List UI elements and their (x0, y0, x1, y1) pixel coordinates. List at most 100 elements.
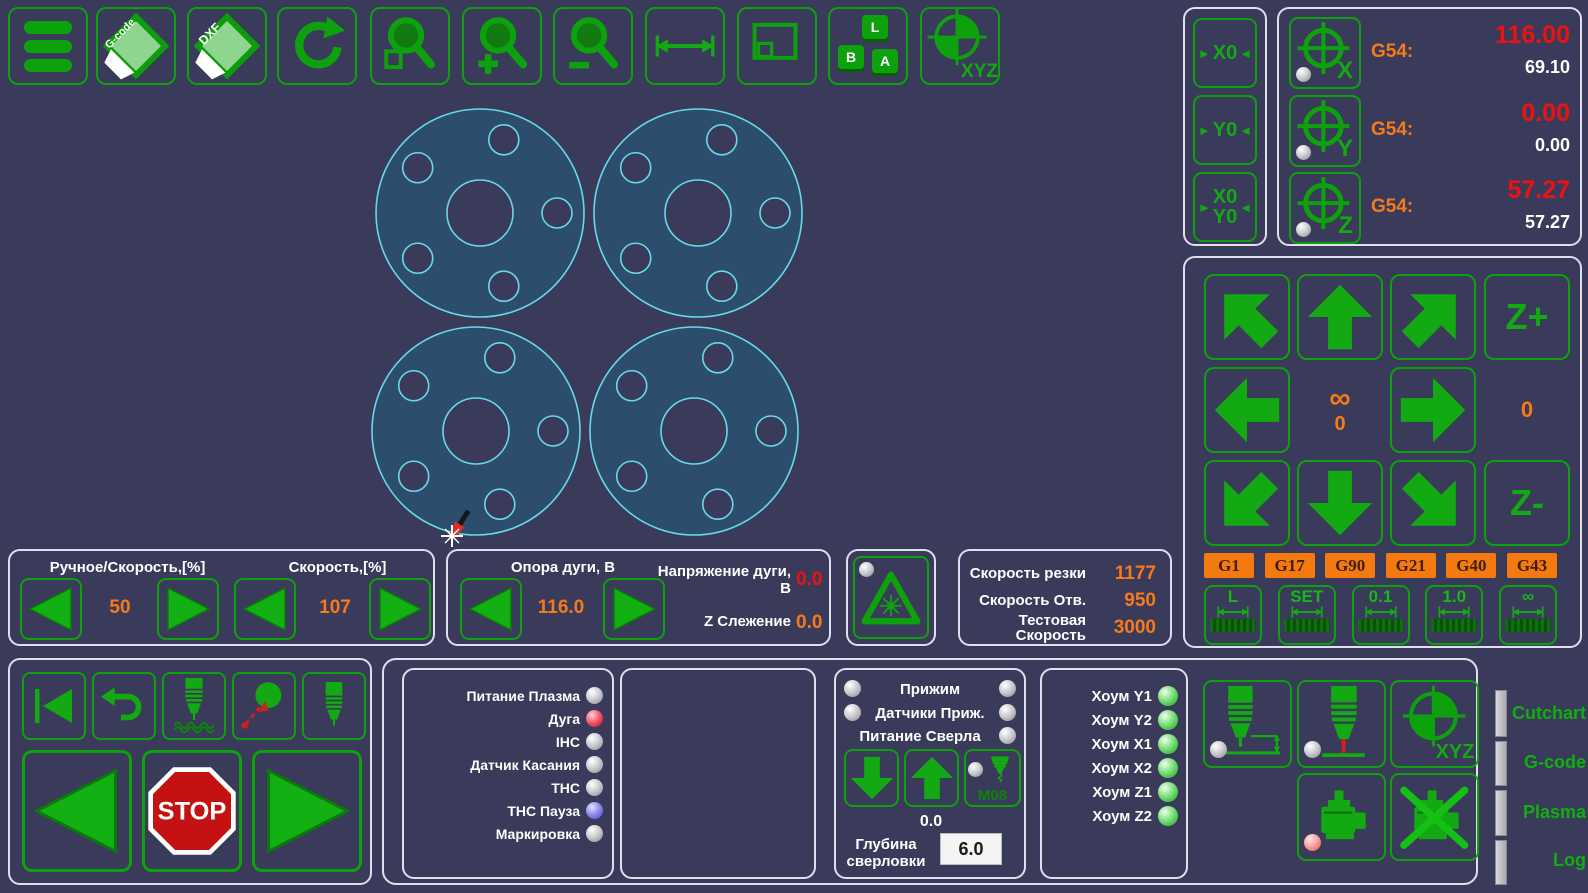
zoom-in-icon (469, 13, 535, 79)
step-0-1-button[interactable]: 0.1 (1352, 585, 1410, 645)
step-set-button[interactable]: SET (1278, 585, 1336, 645)
motor-enable-button[interactable] (1297, 773, 1386, 861)
axis-row-x: X G54: 116.00 69.10 (1279, 17, 1580, 93)
axis-x-button[interactable]: X (1289, 17, 1361, 89)
speed-label: Скорость,[%] (250, 559, 425, 576)
m08-led (968, 762, 983, 777)
axis-letter: X (1337, 57, 1353, 85)
gcode-mode-badge: G43 (1507, 553, 1557, 578)
home-row: Хоум Z1 (1042, 780, 1186, 804)
gcode-mode-badge: G40 (1446, 553, 1496, 578)
motor-disable-button[interactable] (1390, 773, 1479, 861)
torch-to-material-button[interactable] (162, 672, 226, 740)
jog-left-button[interactable] (1204, 367, 1290, 453)
goto-start-button[interactable] (22, 672, 86, 740)
jog-up-button[interactable] (1297, 274, 1383, 360)
zoom-window-button[interactable] (370, 7, 450, 85)
axis-z-button[interactable]: Z (1289, 172, 1361, 244)
drill-up-button[interactable] (904, 749, 959, 807)
refresh-button[interactable] (277, 7, 357, 85)
zoom-in-button[interactable] (462, 7, 542, 85)
machine-coordinate: 0.00 (1535, 135, 1570, 156)
x0-label: X0 (1213, 187, 1237, 207)
jog-z-plus-button[interactable]: Z+ (1484, 274, 1570, 360)
run-from-point-button[interactable] (232, 672, 296, 740)
set-xy0-button[interactable]: ► X0 Y0 ◄ (1193, 172, 1257, 242)
status-led (586, 687, 603, 704)
machine-coordinate: 69.10 (1525, 57, 1570, 78)
speed-down-button[interactable] (234, 578, 296, 640)
run-forward-button[interactable] (252, 750, 362, 872)
arrow-left-icon: ◄ (1239, 200, 1252, 215)
zero-panel: ► X0 ◄ ► Y0 ◄ ► X0 Y0 ◄ (1183, 7, 1267, 246)
home-led (1158, 734, 1178, 754)
status-label: Питание Плазма (466, 688, 580, 704)
step-label: 0.1 (1369, 588, 1393, 605)
step-l-button[interactable]: L (1204, 585, 1262, 645)
drill-down-button[interactable] (844, 749, 899, 807)
step-1-0-button[interactable]: 1.0 (1425, 585, 1483, 645)
torch-touch-button[interactable] (1297, 680, 1386, 768)
y0-label: Y0 (1213, 207, 1237, 227)
jog-panel: Z+ ∞ 0 0 Z- G1 G17 G90 G21 G40 G43 L SET (1183, 256, 1582, 648)
jog-down-left-button[interactable] (1204, 460, 1290, 546)
zoom-out-button[interactable] (553, 7, 633, 85)
arrow-down-icon (849, 755, 895, 801)
drill-depth-input[interactable] (940, 833, 1002, 865)
clamp-sensors-led-left (844, 704, 861, 721)
status-led (586, 802, 603, 819)
undo-arrow-icon (98, 680, 150, 732)
axis-row-z: Z G54: 57.27 57.27 (1279, 172, 1580, 248)
status-label: THC Пауза (507, 803, 580, 819)
home-led (1158, 710, 1178, 730)
coolant-m08-button[interactable]: M08 (964, 749, 1021, 807)
work-coordinate: 0.00 (1521, 99, 1570, 128)
plasma-start-button[interactable] (853, 556, 929, 639)
jog-right-button[interactable] (1390, 367, 1476, 453)
axis-y-button[interactable]: Y (1289, 95, 1361, 167)
frame-select-button[interactable] (737, 7, 817, 85)
home-led (1158, 782, 1178, 802)
cut-speed-label: Скорость резки (966, 565, 1086, 582)
datum-xyz-button[interactable]: XYZ (920, 7, 1000, 85)
open-gcode-button[interactable]: G-code (96, 7, 176, 85)
jog-z-minus-button[interactable]: Z- (1484, 460, 1570, 546)
measure-button[interactable] (645, 7, 725, 85)
tab-gcode[interactable]: G-code (1502, 752, 1586, 773)
ruler-icon (1505, 619, 1551, 632)
stop-button[interactable]: STOP (142, 750, 242, 872)
arc-support-down-button[interactable] (460, 578, 522, 640)
key-l: L (862, 15, 888, 39)
tab-cutchart[interactable]: Cutchart (1502, 703, 1586, 724)
tab-log[interactable]: Log (1502, 850, 1586, 871)
manual-speed-down-button[interactable] (20, 578, 82, 640)
return-button[interactable] (92, 672, 156, 740)
g54-label: G54: (1371, 196, 1413, 218)
open-dxf-button[interactable]: DXF (187, 7, 267, 85)
status-row: Маркировка (404, 822, 612, 845)
keyboard-button[interactable]: L B A (828, 7, 908, 85)
run-backward-button[interactable] (22, 750, 132, 872)
jog-up-left-button[interactable] (1204, 274, 1290, 360)
jog-down-right-button[interactable] (1390, 460, 1476, 546)
home-led (1158, 806, 1178, 826)
jog-down-button[interactable] (1297, 460, 1383, 546)
zoom-out-icon (560, 13, 626, 79)
manual-speed-up-button[interactable] (157, 578, 219, 640)
goto-xyz-zero-button[interactable]: XYZ (1390, 680, 1479, 768)
torch-button[interactable] (302, 672, 366, 740)
torch-height-button[interactable] (1203, 680, 1292, 768)
menu-button[interactable] (8, 7, 88, 85)
tab-plasma[interactable]: Plasma (1502, 802, 1586, 823)
arrow-up-icon (1305, 282, 1375, 352)
flange-part (590, 327, 798, 535)
drill-chuck-icon (983, 753, 1017, 787)
set-x0-button[interactable]: ► X0 ◄ (1193, 18, 1257, 88)
jog-up-right-button[interactable] (1390, 274, 1476, 360)
set-y0-button[interactable]: ► Y0 ◄ (1193, 95, 1257, 165)
speed-up-button[interactable] (369, 578, 431, 640)
arrow-down-left-icon (1212, 468, 1282, 538)
arrow-up-right-icon (1398, 282, 1468, 352)
triangle-left-icon (29, 759, 125, 863)
step-infinite-button[interactable]: ∞ (1499, 585, 1557, 645)
